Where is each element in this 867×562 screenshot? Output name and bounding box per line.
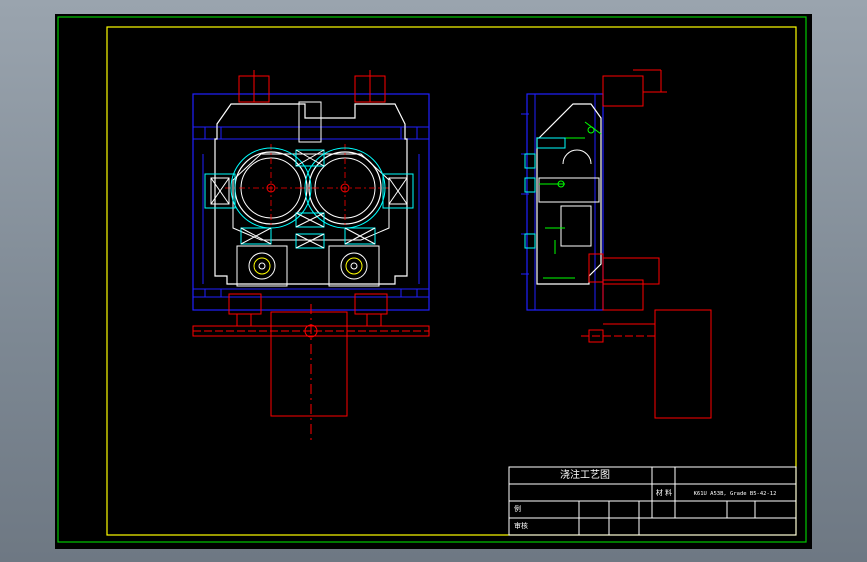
side-cores-side — [524, 137, 566, 249]
side-view — [521, 69, 712, 419]
inner-drawing-frame — [106, 26, 797, 536]
casting-pocket-side — [560, 205, 592, 247]
lower-boss-left — [236, 245, 288, 287]
gating-system-front — [192, 293, 430, 442]
front-view-band-ticks — [202, 127, 420, 297]
material-label: 材 料 — [656, 488, 672, 497]
outer-sheet-border — [57, 16, 807, 543]
material-value: K61U A53B, Grade B5-42-12 — [694, 491, 777, 497]
lower-boss-right — [328, 245, 380, 287]
top-risers-front — [238, 70, 386, 103]
central-riser — [298, 101, 322, 143]
title-block: 浇注工艺图 材 料 K61U A53B, Grade B5-42-12 例 审核 — [508, 466, 797, 536]
drawing-title: 浇注工艺图 — [560, 468, 610, 481]
dimension-lines-side — [539, 121, 602, 279]
front-view — [192, 70, 430, 442]
bore-arc-side — [562, 149, 592, 165]
chill-boxes-front — [240, 149, 376, 249]
drawing-viewport[interactable]: 浇注工艺图 材 料 K61U A53B, Grade B5-42-12 例 审核 — [55, 14, 812, 549]
scale-label: 例 — [514, 504, 521, 513]
casting-outline-side — [536, 103, 602, 285]
check-label: 审核 — [514, 521, 528, 530]
casting-web-side — [538, 177, 600, 203]
side-view-band-ticks — [521, 113, 529, 275]
front-view-flask-outline — [192, 93, 430, 311]
cad-drawing: 浇注工艺图 材 料 K61U A53B, Grade B5-42-12 例 审核 — [57, 16, 807, 543]
